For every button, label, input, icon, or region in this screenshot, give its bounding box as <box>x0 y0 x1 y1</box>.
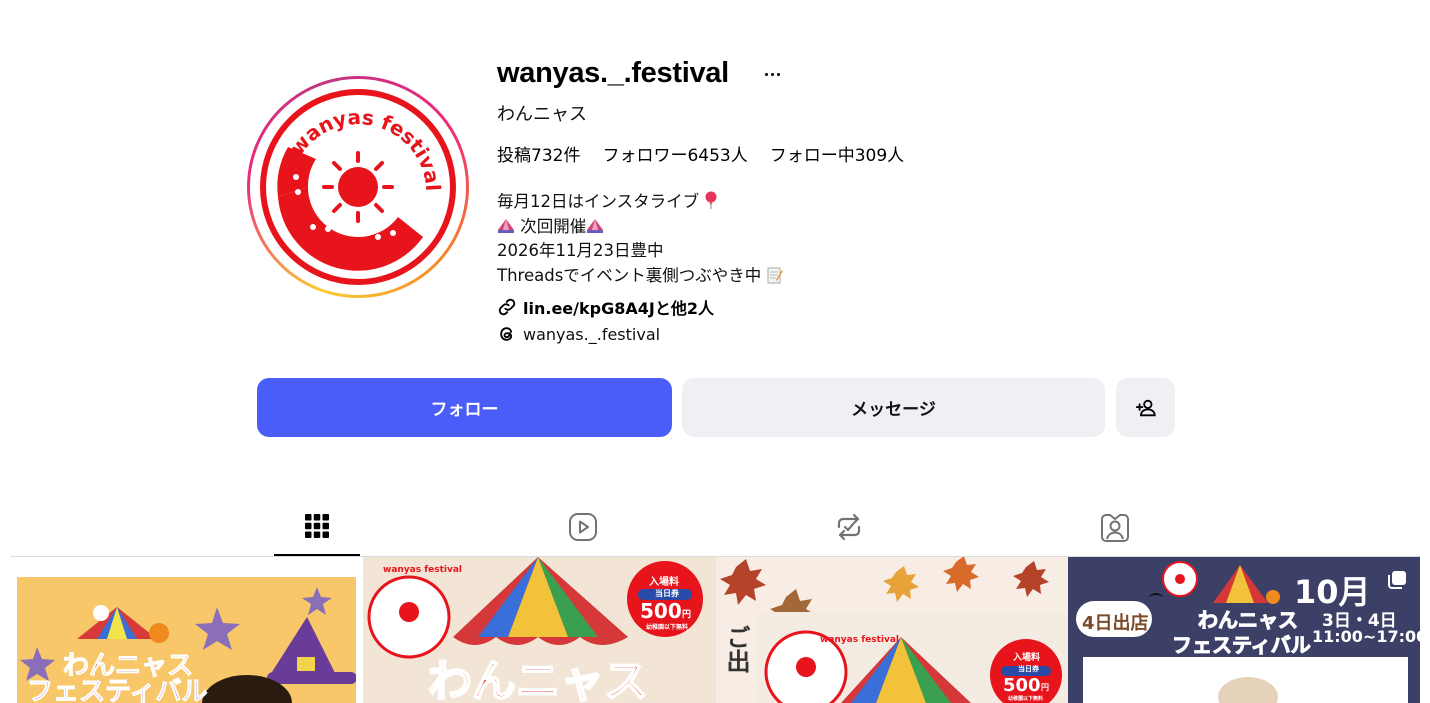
bio-line-4: Threadsでイベント裏側つぶやき中 <box>497 265 762 285</box>
post-3-badge-price: 500 <box>1003 675 1041 696</box>
post-4-title-line2: フェスティバル <box>1172 633 1312 658</box>
post-2-badge-price: 500 <box>640 599 682 623</box>
tab-reposts[interactable] <box>806 497 892 556</box>
circus-tent-icon <box>498 218 514 233</box>
post-2-logo: wanyas festival <box>383 565 463 575</box>
post-4-bubble-text: 4日出店 <box>1082 613 1149 634</box>
post-3-badge-label: 入場料 <box>1013 653 1041 663</box>
post-2-badge-note: 幼稚園以下無料 <box>646 624 689 631</box>
profile-full-name: わんニャス <box>497 104 587 125</box>
reposts-icon <box>837 513 861 540</box>
post-4-time: 11:00~17:00 <box>1312 627 1420 646</box>
profile-stats: 投稿732件 フォロワー6453人 フォロー中309人 <box>497 141 904 166</box>
post-2-badge-unit: 円 <box>682 610 692 620</box>
circus-tent-icon <box>587 218 604 233</box>
post-thumbnail-1[interactable]: わんニャス フェスティバル <box>10 557 363 703</box>
bio-line-3: 2026年11月23日豊中 <box>497 241 664 260</box>
tab-tagged[interactable] <box>1072 497 1158 556</box>
suggest-user-button[interactable] <box>1116 378 1175 437</box>
tab-reels[interactable] <box>540 497 626 556</box>
threads-link-text: wanyas._.festival <box>523 324 661 344</box>
external-link[interactable]: lin.ee/kpG8A4Jと他2人 <box>497 295 714 319</box>
post-3-badge-unit: 円 <box>1041 683 1049 692</box>
profile-tabs <box>10 497 1420 557</box>
posts-count: 投稿732件 <box>497 146 581 166</box>
tagged-icon <box>1101 513 1129 542</box>
link-icon <box>498 298 516 316</box>
profile-username: wanyas._.festival <box>497 57 729 89</box>
profile-avatar[interactable]: wanyas festival <box>247 76 469 298</box>
tab-posts[interactable] <box>274 497 360 556</box>
bio-line-1: 毎月12日はインスタライブ <box>497 192 700 211</box>
balloon-icon <box>705 191 717 209</box>
post-3-badge-note: 幼稚園以下無料 <box>1008 696 1044 702</box>
grid-icon <box>305 513 329 538</box>
carousel-icon <box>1388 571 1406 589</box>
post-2-badge-sub: 当日券 <box>655 589 679 598</box>
more-options-icon[interactable] <box>761 60 783 88</box>
memo-icon <box>767 267 783 283</box>
add-person-icon <box>1135 399 1156 416</box>
post-2-badge-label: 入場料 <box>649 577 679 588</box>
wanyas-logo: wanyas festival <box>260 89 456 285</box>
external-link-text: lin.ee/kpG8A4Jと他2人 <box>523 299 714 318</box>
bio-line-2: 次回開催 <box>520 216 587 236</box>
post-3-logo: wanyas festival <box>820 635 900 645</box>
post-3-vertical-text: ご出 <box>722 625 750 673</box>
threads-icon <box>500 327 513 341</box>
message-button[interactable]: メッセージ <box>682 378 1105 437</box>
profile-bio: 毎月12日はインスタライブ 次回開催 2026年11月23日豊中 Threads… <box>497 190 783 288</box>
followers-count[interactable]: フォロワー6453人 <box>602 141 747 166</box>
post-2-title: わんニャス <box>427 655 649 703</box>
post-thumbnail-4[interactable]: 4日出店 わんニャス フェスティバル 10月 3日・4日 11:00~17:00 <box>1068 557 1420 703</box>
post-3-badge-sub: 当日券 <box>1018 665 1039 673</box>
post-1-title-line2: フェスティバル <box>26 677 208 703</box>
follow-button[interactable]: フォロー <box>257 378 672 437</box>
reels-icon <box>569 512 597 541</box>
threads-link[interactable]: wanyas._.festival <box>497 324 660 344</box>
post-thumbnail-3[interactable]: ご出 wanyas festival 入場料 当日券 500 円 幼稚園以下無料 <box>716 557 1068 703</box>
following-count[interactable]: フォロー中309人 <box>770 141 904 166</box>
post-thumbnail-2[interactable]: wanyas festival 入場料 当日券 500 円 幼稚園以下無料 わん… <box>363 557 716 703</box>
